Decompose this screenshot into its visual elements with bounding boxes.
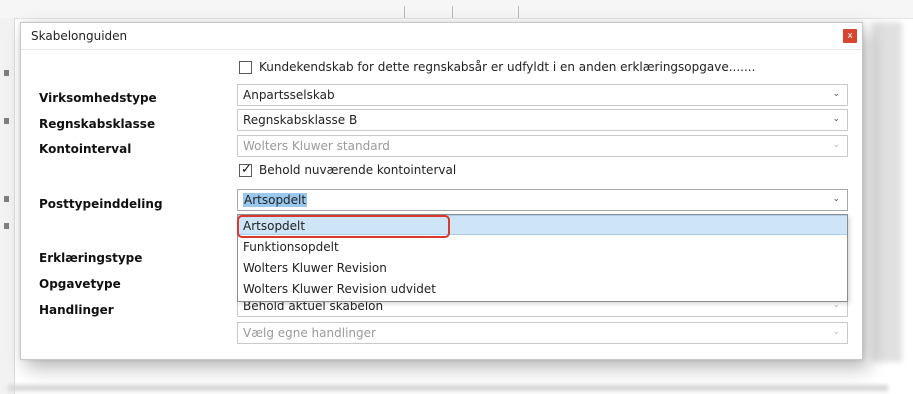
company-type-label: Virksomhedstype: [39, 91, 157, 105]
chevron-down-icon: ⌄: [832, 114, 840, 124]
account-interval-value: Wolters Kluwer standard: [243, 139, 390, 153]
checkmark-icon: ✓: [241, 162, 252, 177]
accounting-class-label: Regnskabsklasse: [39, 117, 156, 131]
dropdown-option-wk-revision-udvidet[interactable]: Wolters Kluwer Revision udvidet: [238, 279, 847, 299]
close-button[interactable]: x: [843, 29, 857, 43]
declaration-type-label: Erklæringstype: [39, 251, 143, 265]
background-toolbar: [0, 0, 913, 19]
task-type-label: Opgavetype: [39, 277, 121, 291]
dropdown-option-wk-revision[interactable]: Wolters Kluwer Revision: [238, 258, 847, 278]
company-type-select[interactable]: Anpartsselskab ⌄: [237, 84, 848, 106]
option-label: Funktionsopdelt: [243, 240, 339, 254]
chevron-down-icon: ⌄: [832, 89, 840, 99]
option-label: Wolters Kluwer Revision: [243, 261, 387, 275]
background-shadow: [8, 385, 888, 391]
background-shade: [872, 22, 902, 362]
background-mark: [4, 70, 9, 76]
account-interval-label: Kontointerval: [39, 142, 132, 156]
post-type-value: Artsopdelt: [243, 193, 308, 207]
background-mark: [4, 118, 9, 124]
custom-actions-select: Vælg egne handlinger ⌄: [237, 322, 848, 344]
chevron-down-icon: ⌄: [832, 194, 840, 204]
chevron-down-icon: ⌄: [832, 140, 840, 150]
account-interval-select: Wolters Kluwer standard ⌄: [237, 135, 848, 157]
actions-label: Handlinger: [39, 303, 114, 317]
post-type-select[interactable]: Artsopdelt ⌄: [237, 189, 848, 211]
dialog-title: Skabelonguiden: [31, 29, 128, 43]
customer-knowledge-label: Kundekendskab for dette regnskabsår er u…: [259, 60, 756, 74]
post-type-label: Posttypeinddeling: [39, 197, 163, 211]
background-mark: [4, 223, 9, 229]
background-divider: [452, 6, 453, 18]
dialog-titlebar: Skabelonguiden x: [21, 23, 862, 50]
custom-actions-value: Vælg egne handlinger: [243, 326, 376, 340]
background-mark: [4, 196, 9, 202]
keep-interval-label: Behold nuværende kontointerval: [259, 163, 457, 177]
post-type-selected-text: Artsopdelt: [243, 193, 308, 207]
background-divider: [518, 6, 519, 18]
background-divider: [404, 6, 405, 18]
highlight-annotation: [237, 215, 450, 238]
keep-interval-checkbox[interactable]: ✓: [239, 162, 252, 177]
chevron-down-icon: ⌄: [832, 327, 840, 337]
background-sidebar: [0, 18, 15, 394]
template-wizard-dialog: Skabelonguiden x Kundekendskab for dette…: [20, 22, 863, 360]
customer-knowledge-checkbox[interactable]: [239, 61, 252, 74]
accounting-class-select[interactable]: Regnskabsklasse B ⌄: [237, 109, 848, 131]
accounting-class-value: Regnskabsklasse B: [243, 113, 358, 127]
option-label: Wolters Kluwer Revision udvidet: [243, 282, 437, 296]
dropdown-option-funktionsopdelt[interactable]: Funktionsopdelt: [238, 237, 847, 257]
company-type-value: Anpartsselskab: [243, 88, 335, 102]
close-icon: x: [847, 31, 853, 41]
